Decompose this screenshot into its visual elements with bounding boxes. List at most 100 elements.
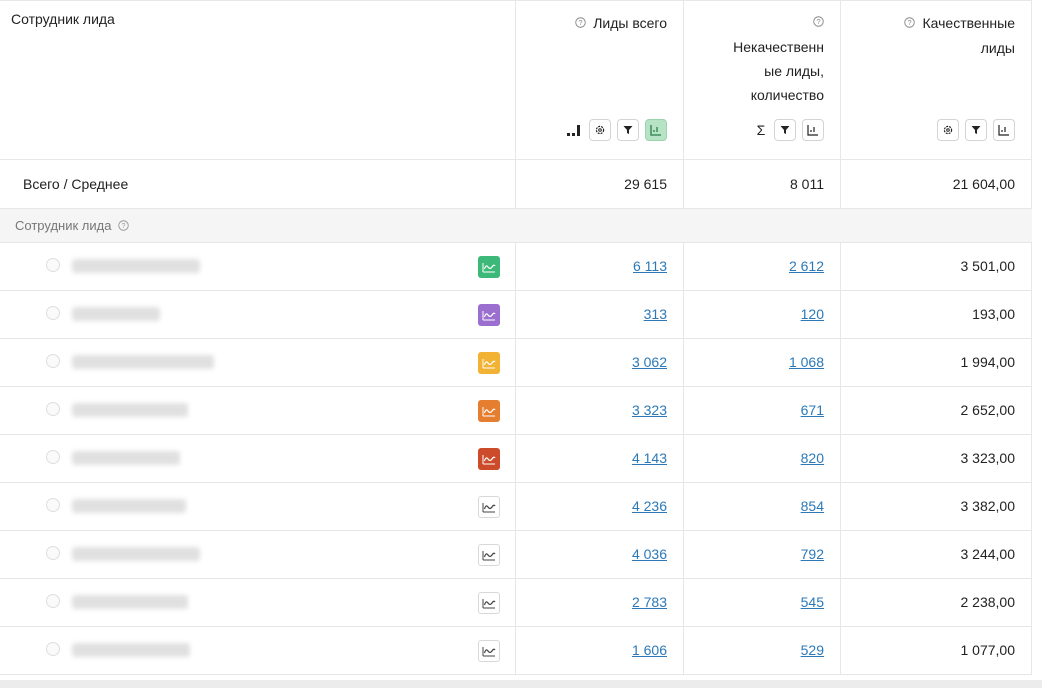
- table-row[interactable]: 313 120 193,00: [0, 291, 1032, 339]
- bad-leads-link[interactable]: 820: [801, 450, 824, 466]
- table-row[interactable]: 3 062 1 068 1 994,00: [0, 339, 1032, 387]
- leads-total-link[interactable]: 2 783: [632, 594, 667, 610]
- bad-leads-link[interactable]: 545: [801, 594, 824, 610]
- header-cell-bad-leads[interactable]: ? Некачественн ые лиды, количество Σ: [683, 1, 840, 159]
- group-label: Сотрудник лида ?: [15, 218, 129, 233]
- question-circle-icon[interactable]: ?: [733, 11, 824, 35]
- employee-name-redacted: [72, 595, 188, 609]
- employee-cell: [0, 627, 515, 674]
- quality-leads-value: 3 382,00: [960, 498, 1016, 514]
- chart-toggle-icon[interactable]: [993, 119, 1015, 141]
- quality-leads-tools: [937, 119, 1015, 141]
- avatar-placeholder-icon: [46, 450, 60, 464]
- question-circle-icon[interactable]: ?: [904, 17, 918, 31]
- sigma-icon[interactable]: Σ: [754, 122, 768, 138]
- table-row[interactable]: 4 036 792 3 244,00: [0, 531, 1032, 579]
- bad-leads-link[interactable]: 529: [801, 642, 824, 658]
- table-row[interactable]: 4 236 854 3 382,00: [0, 483, 1032, 531]
- avatar-placeholder-icon: [46, 594, 60, 608]
- quality-leads-value: 2 652,00: [960, 402, 1016, 418]
- gear-icon[interactable]: [937, 119, 959, 141]
- employee-cell: [0, 339, 515, 386]
- header-employee-label: Сотрудник лида: [11, 11, 115, 27]
- avatar-placeholder-icon: [46, 498, 60, 512]
- header-cell-quality-leads[interactable]: ? Качественные лиды: [840, 1, 1032, 159]
- employee-name-redacted: [72, 355, 214, 369]
- table-row[interactable]: 6 113 2 612 3 501,00: [0, 243, 1032, 291]
- quality-leads-value: 1 077,00: [960, 642, 1016, 658]
- employee-cell: [0, 531, 515, 578]
- employee-name-redacted: [72, 547, 200, 561]
- total-row: Всего / Среднее 29 615 8 011 21 604,00: [0, 160, 1032, 209]
- table-header: Сотрудник лида ? Лиды всего ? Некачестве…: [0, 0, 1032, 160]
- sparkline-icon[interactable]: [478, 400, 500, 422]
- bad-leads-label-line1: Некачественн: [733, 39, 824, 55]
- avatar-placeholder-icon: [46, 354, 60, 368]
- sparkline-icon[interactable]: [478, 256, 500, 278]
- table-row[interactable]: 3 323 671 2 652,00: [0, 387, 1032, 435]
- leads-total-link[interactable]: 3 323: [632, 402, 667, 418]
- svg-text:?: ?: [122, 221, 126, 230]
- sparkline-icon[interactable]: [478, 352, 500, 374]
- leads-total-link[interactable]: 313: [644, 306, 667, 322]
- sparkline-icon[interactable]: [478, 496, 500, 518]
- bar-sort-icon[interactable]: [567, 124, 583, 136]
- quality-leads-value: 3 323,00: [960, 450, 1016, 466]
- avatar-placeholder-icon: [46, 546, 60, 560]
- employee-cell: [0, 387, 515, 434]
- avatar-placeholder-icon: [46, 258, 60, 272]
- employee-cell: [0, 483, 515, 530]
- sparkline-icon[interactable]: [478, 544, 500, 566]
- total-quality-leads: 21 604,00: [952, 176, 1015, 192]
- table-row[interactable]: 2 783 545 2 238,00: [0, 579, 1032, 627]
- leads-total-tools: [567, 119, 667, 141]
- header-leads-total-title: ? Лиды всего: [575, 11, 667, 36]
- employee-name-redacted: [72, 403, 188, 417]
- chart-toggle-icon[interactable]: [645, 119, 667, 141]
- bad-leads-label-line2: ые лиды,: [764, 63, 824, 79]
- svg-text:?: ?: [908, 18, 912, 27]
- employee-name-redacted: [72, 643, 190, 657]
- sparkline-icon[interactable]: [478, 448, 500, 470]
- sparkline-icon[interactable]: [478, 640, 500, 662]
- bad-leads-link[interactable]: 120: [801, 306, 824, 322]
- header-cell-leads-total[interactable]: ? Лиды всего: [515, 1, 683, 159]
- question-circle-icon[interactable]: ?: [575, 17, 589, 31]
- bad-leads-link[interactable]: 671: [801, 402, 824, 418]
- leads-total-link[interactable]: 1 606: [632, 642, 667, 658]
- leads-total-link[interactable]: 4 143: [632, 450, 667, 466]
- leads-total-link[interactable]: 4 036: [632, 546, 667, 562]
- employee-name-redacted: [72, 259, 200, 273]
- total-bad-leads: 8 011: [790, 176, 824, 192]
- bad-leads-link[interactable]: 854: [801, 498, 824, 514]
- bad-leads-tools: Σ: [754, 119, 824, 141]
- header-quality-leads-title: ? Качественные лиды: [904, 11, 1015, 60]
- gear-icon[interactable]: [589, 119, 611, 141]
- employee-cell: [0, 291, 515, 338]
- filter-icon[interactable]: [774, 119, 796, 141]
- bad-leads-link[interactable]: 2 612: [789, 258, 824, 274]
- employee-name-redacted: [72, 307, 160, 321]
- employee-cell: [0, 579, 515, 626]
- employee-cell: [0, 243, 515, 290]
- leads-total-link[interactable]: 4 236: [632, 498, 667, 514]
- filter-icon[interactable]: [965, 119, 987, 141]
- filter-icon[interactable]: [617, 119, 639, 141]
- horizontal-scrollbar[interactable]: [0, 680, 1042, 688]
- quality-leads-value: 1 994,00: [960, 354, 1016, 370]
- sparkline-icon[interactable]: [478, 304, 500, 326]
- leads-total-link[interactable]: 6 113: [633, 258, 667, 274]
- quality-leads-value: 193,00: [972, 306, 1015, 322]
- report-table: Сотрудник лида ? Лиды всего ? Некачестве…: [0, 0, 1042, 688]
- sparkline-icon[interactable]: [478, 592, 500, 614]
- table-row[interactable]: 1 606 529 1 077,00: [0, 627, 1032, 675]
- bad-leads-link[interactable]: 1 068: [789, 354, 824, 370]
- svg-text:?: ?: [816, 17, 820, 26]
- quality-leads-value: 2 238,00: [960, 594, 1016, 610]
- bad-leads-link[interactable]: 792: [801, 546, 824, 562]
- table-row[interactable]: 4 143 820 3 323,00: [0, 435, 1032, 483]
- chart-toggle-icon[interactable]: [802, 119, 824, 141]
- leads-total-link[interactable]: 3 062: [632, 354, 667, 370]
- question-circle-icon[interactable]: ?: [118, 220, 129, 231]
- header-cell-employee[interactable]: Сотрудник лида: [0, 1, 515, 159]
